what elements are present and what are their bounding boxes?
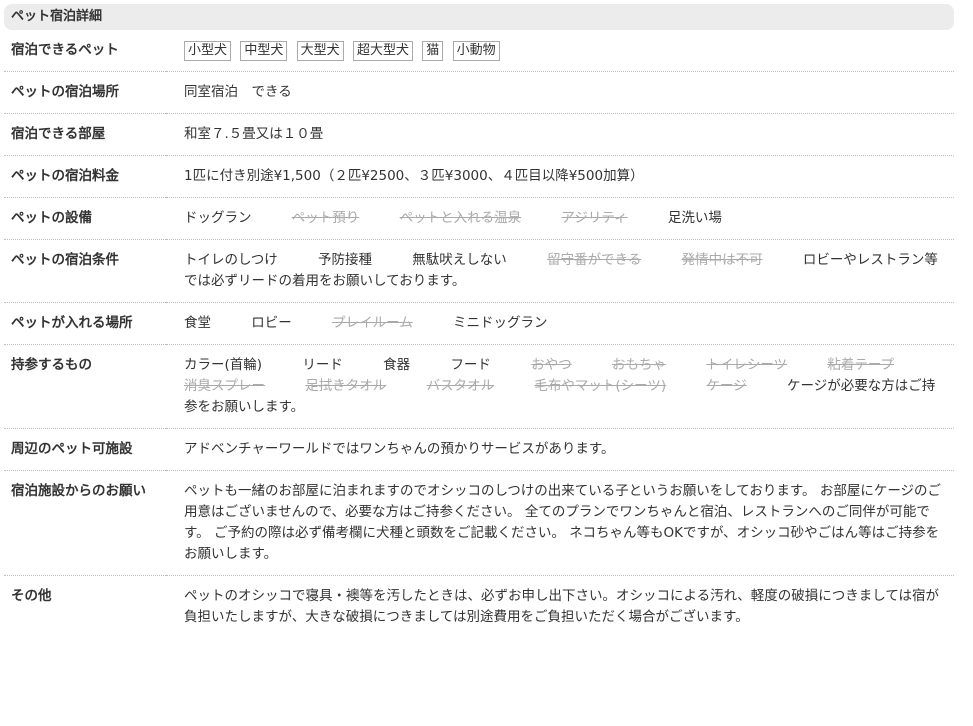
row-fee: ペットの宿泊料金 1匹に付き別途¥1,500（２匹¥2500、３匹¥3000、４… [4, 156, 954, 198]
row-label: ペットの設備 [11, 210, 92, 226]
row-label: ペットの宿泊条件 [11, 252, 119, 268]
row-request: 宿泊施設からのお願い ペットも一緒のお部屋に泊まれますのでオシッコのしつけの出来… [4, 471, 954, 576]
area-items: 食堂 ロビー プレイルーム ミニドッグラン [166, 303, 954, 345]
row-room: 宿泊できる部屋 和室７.５畳又は１０畳 [4, 114, 954, 156]
available-item: トイレのしつけ [184, 252, 278, 268]
row-label: 宿泊できる部屋 [11, 126, 106, 142]
row-areas: ペットが入れる場所 食堂 ロビー プレイルーム ミニドッグラン [4, 303, 954, 345]
row-value: 同室宿泊 できる [184, 84, 292, 100]
row-facilities: ペットの設備 ドッグラン ペット預り ペットと入れる温泉 アジリティ 足洗い場 [4, 198, 954, 240]
row-value: ペットのオシッコで寝具・襖等を汚したときは、必ずお申し出下さい。オシッコによる汚… [184, 588, 940, 625]
row-other: その他 ペットのオシッコで寝具・襖等を汚したときは、必ずお申し出下さい。オシッコ… [4, 576, 954, 639]
row-pets: 宿泊できるペット 小型犬 中型犬 大型犬 超大型犬 猫 小動物 [4, 30, 954, 72]
row-nearby: 周辺のペット可施設 アドベンチャーワールドではワンちゃんの預かりサービスがありま… [4, 429, 954, 471]
pet-details-table: 宿泊できるペット 小型犬 中型犬 大型犬 超大型犬 猫 小動物 ペットの宿泊場所… [4, 30, 954, 638]
row-value: 和室７.５畳又は１０畳 [184, 126, 324, 142]
facility-items: ドッグラン ペット預り ペットと入れる温泉 アジリティ 足洗い場 [166, 198, 954, 240]
available-item: ロビー [251, 315, 292, 331]
row-label: ペットの宿泊料金 [11, 168, 119, 184]
available-item: 食器 [383, 357, 411, 373]
available-item: カラー(首輪) [184, 357, 263, 373]
row-value: ペットも一緒のお部屋に泊まれますのでオシッコのしつけの出来ている子というお願いを… [184, 483, 942, 562]
pet-type-tag: 小型犬 [184, 41, 232, 61]
row-label: 宿泊施設からのお願い [11, 483, 146, 499]
pet-tags: 小型犬 中型犬 大型犬 超大型犬 猫 小動物 [166, 30, 954, 72]
unavailable-item: ペット預り [291, 210, 360, 226]
row-label: 宿泊できるペット [11, 42, 119, 58]
row-label: その他 [11, 588, 52, 604]
row-label: ペットが入れる場所 [11, 315, 133, 331]
unavailable-item: 毛布やマット(シーツ) [534, 378, 667, 394]
unavailable-item: ペットと入れる温泉 [399, 210, 522, 226]
available-item: ドッグラン [184, 210, 252, 226]
pet-type-tag: 小動物 [452, 41, 500, 61]
unavailable-item: 粘着テープ [827, 357, 895, 373]
unavailable-item: おやつ [531, 357, 572, 373]
unavailable-item: おもちゃ [612, 357, 667, 373]
pet-type-tag: 超大型犬 [352, 41, 413, 61]
available-item: 予防接種 [318, 252, 372, 268]
unavailable-item: アジリティ [561, 210, 628, 226]
row-value: アドベンチャーワールドではワンちゃんの預かりサービスがあります。 [184, 441, 615, 457]
row-label: 持参するもの [11, 357, 92, 373]
unavailable-item: 足拭きタオル [305, 378, 387, 394]
available-item: 足洗い場 [667, 210, 722, 226]
row-value: 1匹に付き別途¥1,500（２匹¥2500、３匹¥3000、４匹目以降¥500加… [184, 168, 644, 184]
pet-type-tag: 猫 [422, 41, 444, 61]
unavailable-item: 発情中は不可 [681, 252, 763, 268]
row-bring: 持参するもの カラー(首輪) リード 食器 フード おやつ おもちゃ トイレシー… [4, 345, 954, 429]
unavailable-item: ケージ [706, 378, 747, 394]
pet-type-tag: 中型犬 [240, 41, 288, 61]
available-item: リード [302, 357, 343, 373]
pet-details-panel: ペット宿泊詳細 宿泊できるペット 小型犬 中型犬 大型犬 超大型犬 猫 小動物 … [4, 4, 954, 638]
available-item: ミニドッグラン [453, 315, 548, 331]
row-conditions: ペットの宿泊条件 トイレのしつけ 予防接種 無駄吠えしない 留守番ができる 発情… [4, 240, 954, 303]
row-place: ペットの宿泊場所 同室宿泊 できる [4, 72, 954, 114]
unavailable-item: バスタオル [426, 378, 495, 394]
row-label: ペットの宿泊場所 [11, 84, 119, 100]
unavailable-item: 留守番ができる [547, 252, 642, 268]
pet-type-tag: 大型犬 [296, 41, 344, 61]
available-item: 無駄吠えしない [412, 252, 507, 268]
bring-items: カラー(首輪) リード 食器 フード おやつ おもちゃ トイレシーツ 粘着テープ… [166, 345, 954, 429]
available-item: 食堂 [184, 315, 211, 331]
unavailable-item: プレイルーム [332, 315, 413, 331]
condition-items: トイレのしつけ 予防接種 無駄吠えしない 留守番ができる 発情中は不可 ロビーや… [166, 240, 954, 303]
section-title: ペット宿泊詳細 [4, 4, 954, 30]
unavailable-item: 消臭スプレー [184, 378, 265, 394]
unavailable-item: トイレシーツ [706, 357, 788, 373]
row-label: 周辺のペット可施設 [11, 441, 133, 457]
available-item: フード [450, 357, 491, 373]
